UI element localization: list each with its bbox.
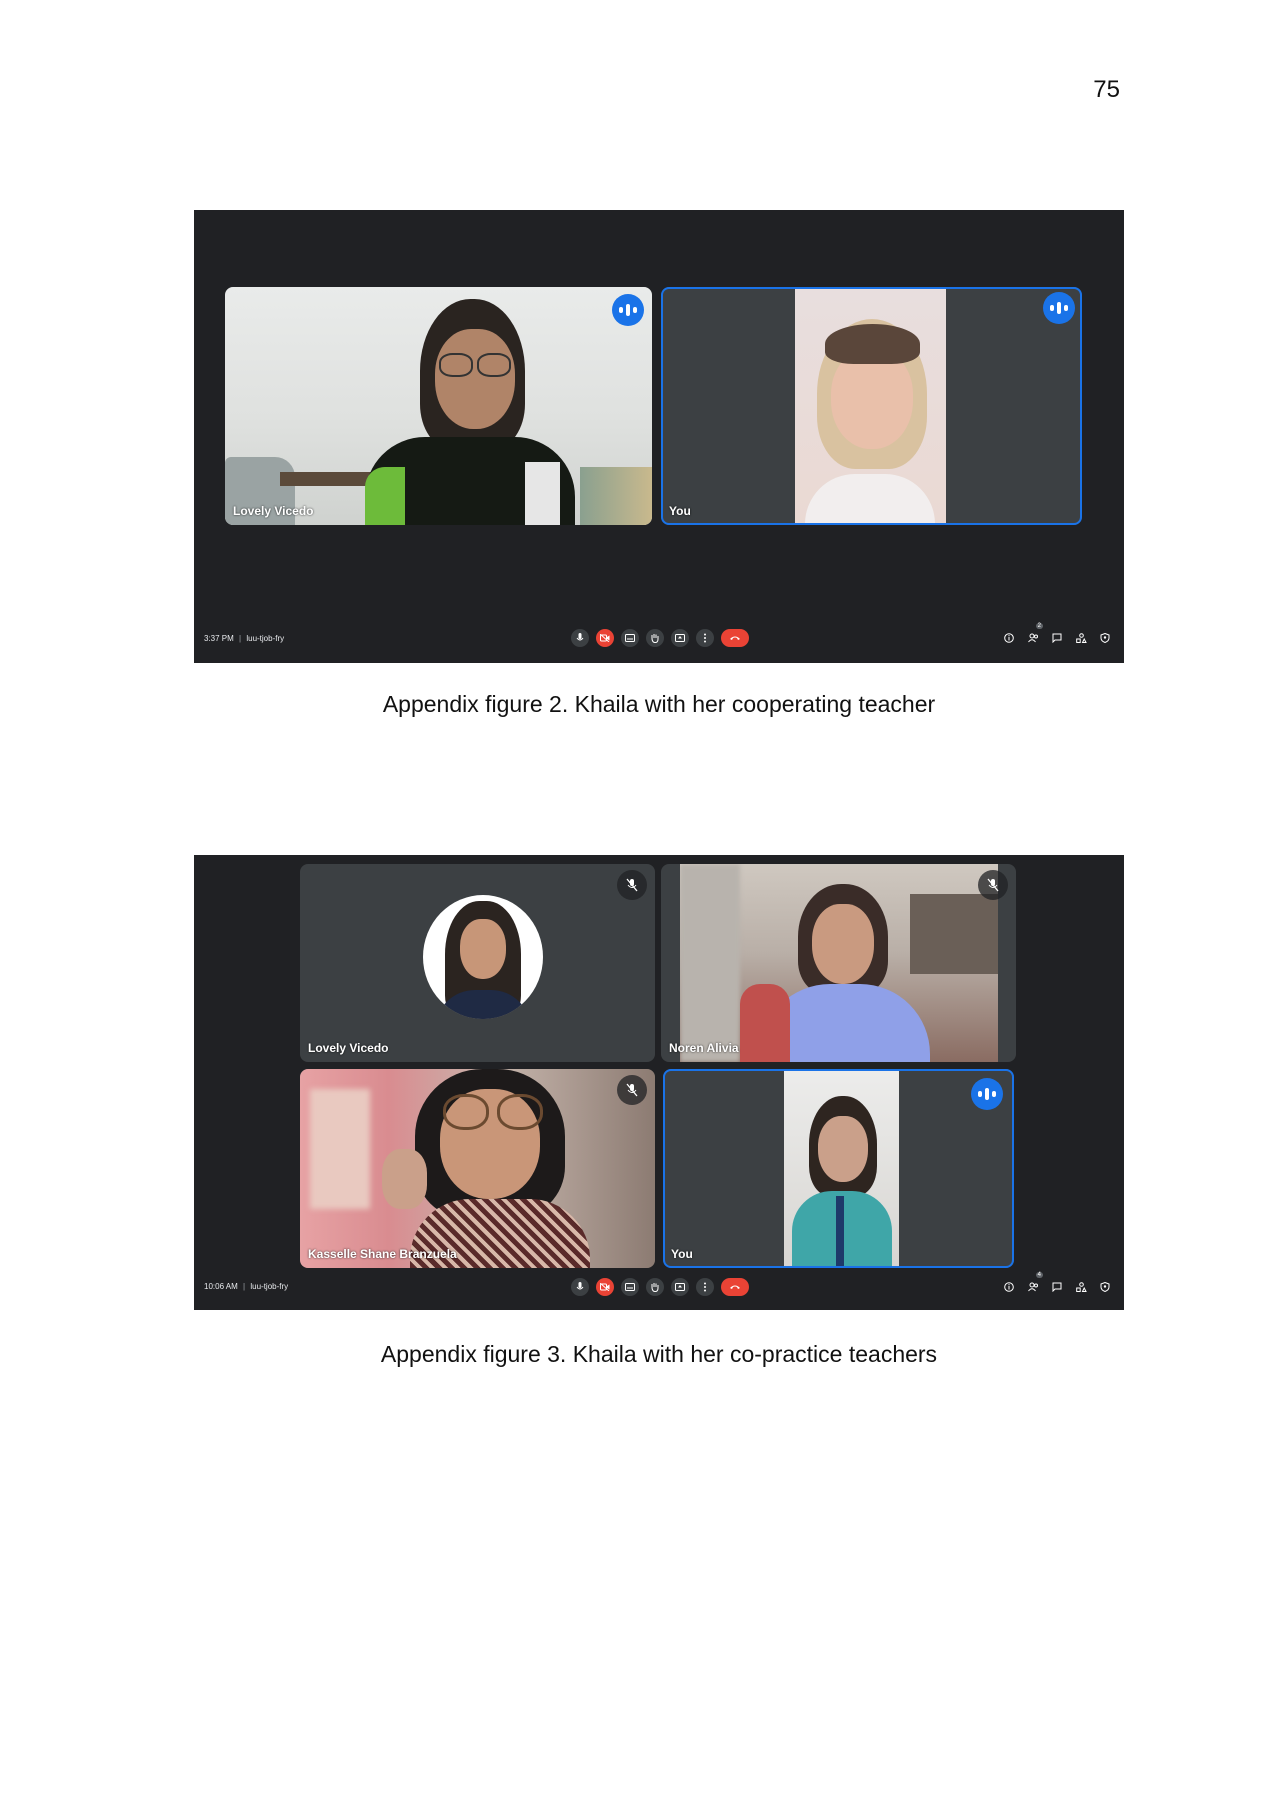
meeting-screenshot-1: Lovely Vicedo You 3:37 PM | luu-tjob-fry <box>194 210 1124 663</box>
participant-tile-you[interactable]: You <box>663 1069 1014 1268</box>
mic-off-icon <box>617 870 647 900</box>
participant-name: You <box>671 1247 693 1261</box>
participant-video <box>680 864 998 1062</box>
participant-video <box>300 1069 655 1268</box>
activities-icon[interactable] <box>1074 1280 1088 1294</box>
side-controls: 4 <box>1002 1272 1112 1294</box>
participant-video <box>784 1071 899 1266</box>
participant-video <box>225 287 652 525</box>
meeting-code: luu-tjob-fry <box>246 634 285 643</box>
present-icon[interactable] <box>671 629 689 647</box>
mic-icon[interactable] <box>571 629 589 647</box>
separator: | <box>239 634 242 643</box>
participant-video <box>795 289 946 523</box>
mic-off-icon <box>978 870 1008 900</box>
speaking-indicator-icon <box>1043 292 1075 324</box>
meeting-time: 3:37 PM <box>204 634 234 643</box>
people-icon[interactable]: 4 <box>1026 1272 1043 1294</box>
meeting-info: 10:06 AM | luu-tjob-fry <box>204 1282 288 1291</box>
camera-off-icon[interactable] <box>596 629 614 647</box>
mic-off-icon <box>617 1075 647 1105</box>
participant-count-badge: 2 <box>1035 623 1043 629</box>
more-options-icon[interactable] <box>696 1278 714 1296</box>
host-controls-icon[interactable] <box>1098 631 1112 645</box>
more-options-icon[interactable] <box>696 629 714 647</box>
participant-name: Lovely Vicedo <box>308 1041 389 1055</box>
meeting-toolbar: 3:37 PM | luu-tjob-fry 2 <box>194 619 1124 663</box>
participant-name: Noren Alivia <box>669 1041 739 1055</box>
participant-name: You <box>669 504 691 518</box>
page-number: 75 <box>1093 76 1120 103</box>
people-icon[interactable]: 2 <box>1026 623 1043 645</box>
present-icon[interactable] <box>671 1278 689 1296</box>
meeting-info: 3:37 PM | luu-tjob-fry <box>204 634 284 643</box>
meeting-code: luu-tjob-fry <box>250 1282 289 1291</box>
info-icon[interactable] <box>1002 631 1016 645</box>
participant-tile-noren-alivia[interactable]: Noren Alivia <box>661 864 1016 1062</box>
end-call-icon[interactable] <box>721 629 749 647</box>
side-controls: 2 <box>1002 623 1112 645</box>
separator: | <box>243 1282 246 1291</box>
info-icon[interactable] <box>1002 1280 1016 1294</box>
activities-icon[interactable] <box>1074 631 1088 645</box>
avatar <box>423 895 543 1019</box>
speaking-indicator-icon <box>971 1078 1003 1110</box>
meeting-toolbar: 10:06 AM | luu-tjob-fry 4 <box>194 1270 1124 1310</box>
call-controls <box>571 629 749 647</box>
participant-tile-lovely-vicedo[interactable]: Lovely Vicedo <box>300 864 655 1062</box>
chat-icon[interactable] <box>1050 1280 1064 1294</box>
raise-hand-icon[interactable] <box>646 629 664 647</box>
raise-hand-icon[interactable] <box>646 1278 664 1296</box>
chat-icon[interactable] <box>1050 631 1064 645</box>
meeting-screenshot-2: Lovely Vicedo Noren Alivia Kasselle Shan… <box>194 855 1124 1310</box>
camera-off-icon[interactable] <box>596 1278 614 1296</box>
captions-icon[interactable] <box>621 629 639 647</box>
captions-icon[interactable] <box>621 1278 639 1296</box>
call-controls <box>571 1278 749 1296</box>
participant-tile-lovely-vicedo[interactable]: Lovely Vicedo <box>225 287 652 525</box>
participant-tile-kasselle-shane-branzuela[interactable]: Kasselle Shane Branzuela <box>300 1069 655 1268</box>
participant-name: Lovely Vicedo <box>233 504 314 518</box>
participant-tile-you[interactable]: You <box>661 287 1082 525</box>
figure-caption: Appendix figure 2. Khaila with her coope… <box>382 691 936 717</box>
meeting-time: 10:06 AM <box>204 1282 238 1291</box>
participant-count-badge: 4 <box>1035 1272 1043 1278</box>
end-call-icon[interactable] <box>721 1278 749 1296</box>
speaking-indicator-icon <box>612 294 644 326</box>
participant-name: Kasselle Shane Branzuela <box>308 1247 457 1261</box>
host-controls-icon[interactable] <box>1098 1280 1112 1294</box>
figure-caption: Appendix figure 3. Khaila with her co-pr… <box>380 1341 938 1367</box>
mic-icon[interactable] <box>571 1278 589 1296</box>
